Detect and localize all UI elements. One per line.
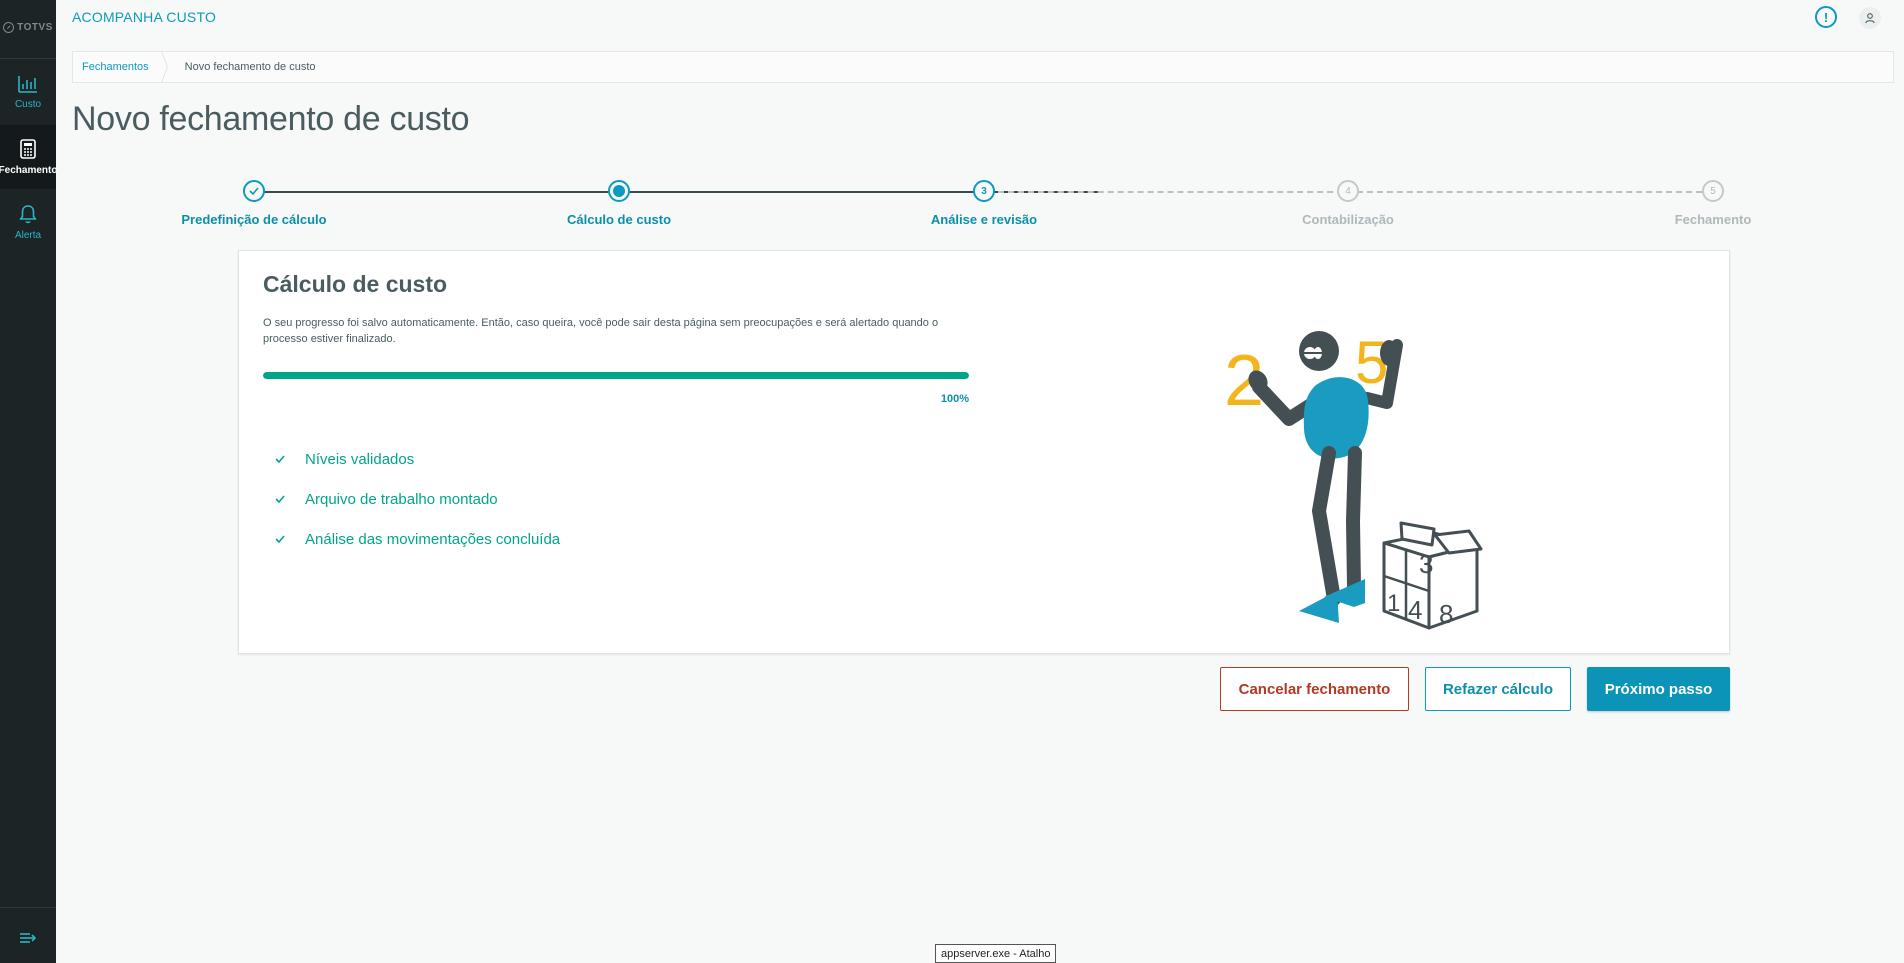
- step-circle: [243, 180, 265, 202]
- illustration-number: 3: [1419, 549, 1433, 579]
- collapse-menu-icon: [20, 933, 37, 943]
- user-button[interactable]: [1859, 7, 1881, 29]
- step-circle: 3: [973, 180, 995, 202]
- sidebar-divider: [0, 58, 56, 59]
- step-label: Análise e revisão: [930, 212, 1038, 227]
- redo-calculation-button[interactable]: Refazer cálculo: [1425, 667, 1571, 711]
- card-title: Cálculo de custo: [263, 271, 448, 297]
- sidebar-item-label: Fechamento: [0, 164, 58, 176]
- stepper: Predefinição de cálculo Cálculo de custo…: [0, 176, 1904, 236]
- sidebar-item-custo[interactable]: Custo: [0, 60, 56, 124]
- step-circle: 5: [1702, 180, 1724, 202]
- breadcrumb-current: Novo fechamento de custo: [184, 61, 316, 73]
- step-fechamento: 5 Fechamento: [1613, 176, 1813, 227]
- app-title: ACOMPANHA CUSTO: [72, 9, 217, 25]
- sidebar-divider: [0, 907, 56, 908]
- sidebar: TOTVS Custo Fechamento Alerta: [0, 0, 58, 963]
- next-step-button[interactable]: Próximo passo: [1587, 667, 1730, 711]
- step-label: Contabilização: [1302, 212, 1394, 227]
- logo-text: TOTVS: [17, 21, 53, 33]
- bar-chart-icon: [18, 75, 37, 93]
- step-label: Cálculo de custo: [566, 212, 672, 227]
- user-icon: [1865, 13, 1875, 24]
- step-predefinicao[interactable]: Predefinição de cálculo: [154, 176, 354, 227]
- check-icon: [249, 187, 259, 195]
- page-title: Novo fechamento de custo: [72, 100, 470, 138]
- breadcrumb: Fechamentos Novo fechamento de custo: [72, 51, 1894, 83]
- check-icon: [273, 492, 287, 506]
- sidebar-item-label: Custo: [14, 98, 42, 110]
- calculator-icon: [20, 138, 36, 159]
- alert-button[interactable]: !: [1815, 6, 1837, 28]
- step-circle-current: [608, 180, 630, 202]
- calculation-card: Cálculo de custo O seu progresso foi sal…: [238, 250, 1730, 654]
- illustration-number: 1: [1387, 590, 1400, 617]
- step-contabilizacao: 4 Contabilização: [1248, 176, 1448, 227]
- breadcrumb-separator: [161, 51, 171, 83]
- step-analise[interactable]: 3 Análise e revisão: [884, 176, 1084, 227]
- illustration-number: 4: [1408, 595, 1422, 625]
- illustration-number: 8: [1439, 599, 1453, 629]
- collapse-menu-button[interactable]: [0, 920, 56, 956]
- step-label: Fechamento: [1674, 212, 1752, 227]
- task-label: Níveis validados: [305, 450, 415, 468]
- task-label: Análise das movimentações concluída: [305, 530, 561, 548]
- taskbar-tooltip: appserver.exe - Atalho: [935, 944, 1057, 963]
- step-circle: 4: [1337, 180, 1359, 202]
- step-label: Predefinição de cálculo: [181, 212, 327, 227]
- task-label: Arquivo de trabalho montado: [305, 490, 498, 508]
- progress-bar: [263, 372, 969, 379]
- check-icon: [273, 532, 287, 546]
- check-icon: [273, 452, 287, 466]
- progress-percent: 100%: [940, 393, 969, 405]
- cancel-closing-button[interactable]: Cancelar fechamento: [1220, 667, 1409, 711]
- card-description: O seu progresso foi salvo automaticament…: [263, 317, 939, 345]
- totvs-logo: TOTVS: [0, 14, 56, 40]
- alert-icon: !: [1823, 9, 1829, 25]
- task-item: Níveis validados: [263, 449, 414, 469]
- step-calculo[interactable]: Cálculo de custo: [519, 176, 719, 227]
- calculation-illustration: 2 5 3 1 4 8: [1224, 329, 1483, 630]
- progress-bar-fill: [263, 372, 969, 379]
- task-item: Análise das movimentações concluída: [263, 529, 560, 549]
- task-item: Arquivo de trabalho montado: [263, 489, 498, 509]
- logo-icon: [3, 21, 15, 33]
- breadcrumb-link-fechamentos[interactable]: Fechamentos: [82, 61, 149, 73]
